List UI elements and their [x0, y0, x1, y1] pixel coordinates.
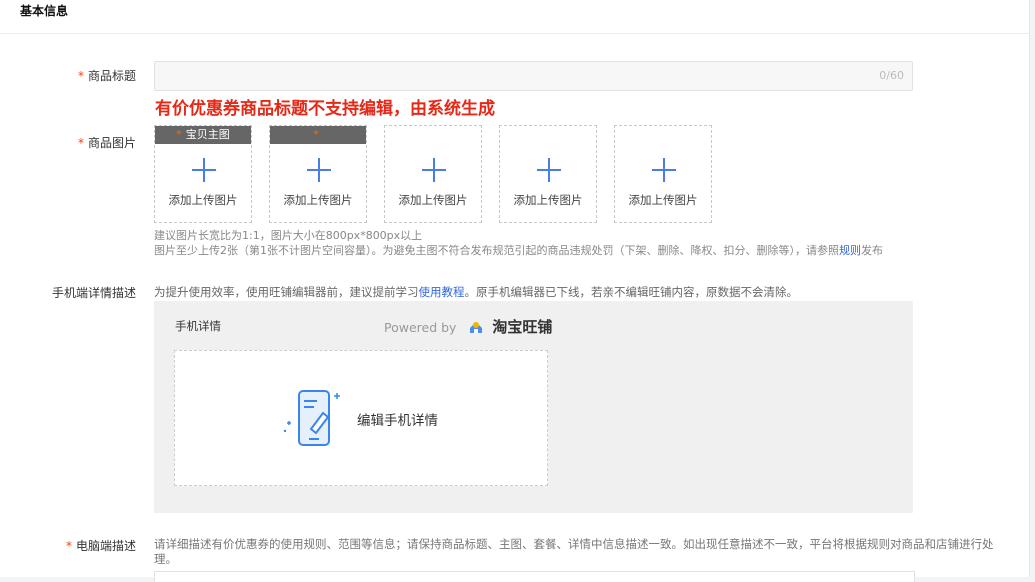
taobao-wangpu-logo-icon [470, 322, 483, 333]
upload-slot-4[interactable]: 添加上传图片 [499, 125, 597, 223]
upload-slot-3[interactable]: 添加上传图片 [384, 125, 482, 223]
tag-star: * [176, 128, 182, 141]
image-field-label: * 商品图片 [78, 134, 136, 151]
plus-icon [192, 158, 216, 182]
plus-icon [422, 158, 446, 182]
mobile-desc-label: 手机端详情描述 [51, 286, 136, 300]
mobile-hint-post: 。原手机编辑器已下线，若亲不编辑旺铺内容，原数据不会清除。 [464, 285, 799, 299]
title-edit-note: 有价优惠券商品标题不支持编辑，由系统生成 [155, 99, 495, 119]
powered-by-text: Powered by [384, 320, 457, 335]
brand-name: 淘宝旺铺 [492, 318, 553, 336]
mobile-hint-pre: 为提升使用效率，使用旺铺编辑器前，建议提前学习 [154, 285, 419, 299]
pc-desc-label-text: 电脑端描述 [75, 539, 136, 553]
upload-slot-main[interactable]: * 宝贝主图 添加上传图片 [154, 125, 252, 223]
tutorial-link[interactable]: 使用教程 [419, 285, 465, 299]
phone-edit-icon [283, 390, 340, 446]
powered-by: Powered by 淘宝旺铺 [384, 316, 552, 337]
section-header: 基本信息 [0, 0, 1029, 34]
plus-icon [537, 158, 561, 182]
image-label-text: 商品图片 [87, 136, 136, 150]
upload-slot-2[interactable]: * 添加上传图片 [269, 125, 367, 223]
image-hint-line2: 图片至少上传2张（第1张不计图片空间容量）。为避免主图不符合发布规范引起的商品违… [154, 244, 883, 258]
required-mark: * [77, 136, 84, 150]
hint-text: 图片至少上传2张（第1张不计图片空间容量）。为避免主图不符合发布规范引起的商品违… [154, 244, 839, 257]
upload-slot-text: 添加上传图片 [628, 193, 698, 207]
pc-desc-label: * 电脑端描述 [66, 537, 136, 554]
edit-mobile-detail-area[interactable]: 编辑手机详情 [174, 350, 548, 486]
basic-info-panel: 基本信息 * 商品标题 0/60 有价优惠券商品标题不支持编辑，由系统生成 * 商品… [0, 0, 1030, 582]
rules-link[interactable]: 规则 [839, 244, 861, 257]
edit-mobile-detail-text: 编辑手机详情 [357, 413, 438, 429]
tag-star: * [313, 128, 319, 141]
upload-slot-text: 添加上传图片 [398, 193, 468, 207]
upload-slot-tag: * [270, 126, 366, 144]
required-mark: * [65, 539, 72, 553]
image-hint-line1: 建议图片长宽比为1:1，图片大小在800px*800px以上 [154, 229, 423, 242]
mobile-editor-panel: 手机详情 Powered by 淘宝旺铺 编辑手机详情 [154, 301, 913, 513]
required-mark: * [77, 69, 84, 83]
pc-desc-hint: 请详细描述有价优惠券的使用规则、范围等信息；请保持商品标题、主图、套餐、详情中信… [154, 537, 994, 566]
title-char-counter: 0/60 [879, 69, 904, 82]
hint-text-end: 发布 [861, 244, 883, 257]
upload-slot-text: 添加上传图片 [168, 193, 238, 207]
tag-text: 宝贝主图 [185, 128, 230, 141]
upload-slot-text: 添加上传图片 [513, 193, 583, 207]
upload-slot-text: 添加上传图片 [283, 193, 353, 207]
title-input[interactable]: 0/60 [154, 61, 913, 91]
plus-icon [307, 158, 331, 182]
title-field-label: * 商品标题 [78, 67, 136, 84]
editor-title: 手机详情 [175, 319, 221, 333]
upload-slot-tag: * 宝贝主图 [155, 126, 251, 144]
plus-icon [652, 158, 676, 182]
section-title: 基本信息 [20, 4, 69, 18]
mobile-desc-hint: 为提升使用效率，使用旺铺编辑器前，建议提前学习使用教程。原手机编辑器已下线，若亲… [154, 284, 798, 300]
title-label-text: 商品标题 [87, 69, 136, 83]
upload-slot-5[interactable]: 添加上传图片 [614, 125, 712, 223]
